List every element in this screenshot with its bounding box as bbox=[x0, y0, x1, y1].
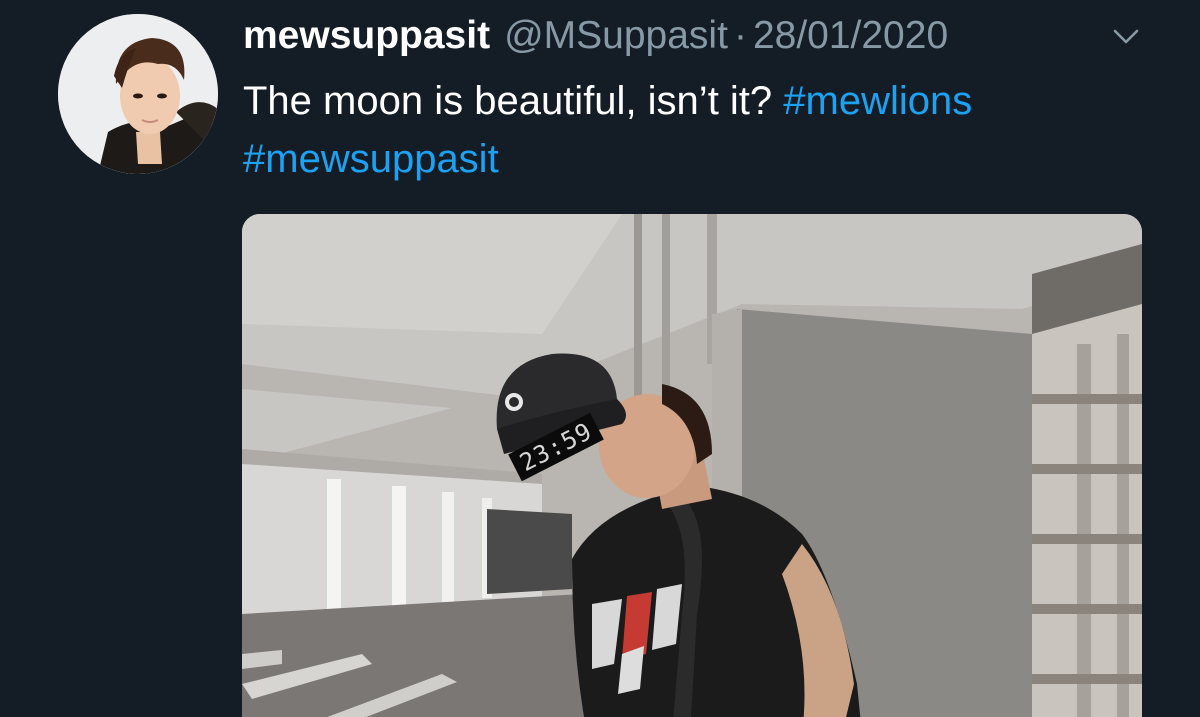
separator-dot: · bbox=[733, 14, 747, 57]
display-name[interactable]: mewsuppasit bbox=[243, 10, 490, 62]
tweet-photo[interactable] bbox=[242, 214, 1142, 717]
avatar[interactable] bbox=[58, 14, 218, 174]
tweet-text-body: The moon is beautiful, isn’t it? bbox=[243, 79, 784, 123]
tweet-text: The moon is beautiful, isn’t it? #mewlio… bbox=[243, 72, 1143, 188]
hashtag-mewsuppasit[interactable]: #mewsuppasit bbox=[243, 137, 499, 181]
tweet-header: mewsuppasit @MSuppasit · 28/01/2020 bbox=[243, 10, 948, 62]
chevron-down-icon[interactable] bbox=[1108, 22, 1144, 50]
user-handle[interactable]: @MSuppasit bbox=[504, 10, 728, 62]
tweet: mewsuppasit @MSuppasit · 28/01/2020 The … bbox=[0, 0, 1200, 717]
avatar-image bbox=[58, 14, 218, 174]
hashtag-mewlions[interactable]: #mewlions bbox=[783, 79, 972, 123]
tweet-date[interactable]: 28/01/2020 bbox=[753, 10, 948, 62]
parking-garage-photo bbox=[242, 214, 1142, 717]
